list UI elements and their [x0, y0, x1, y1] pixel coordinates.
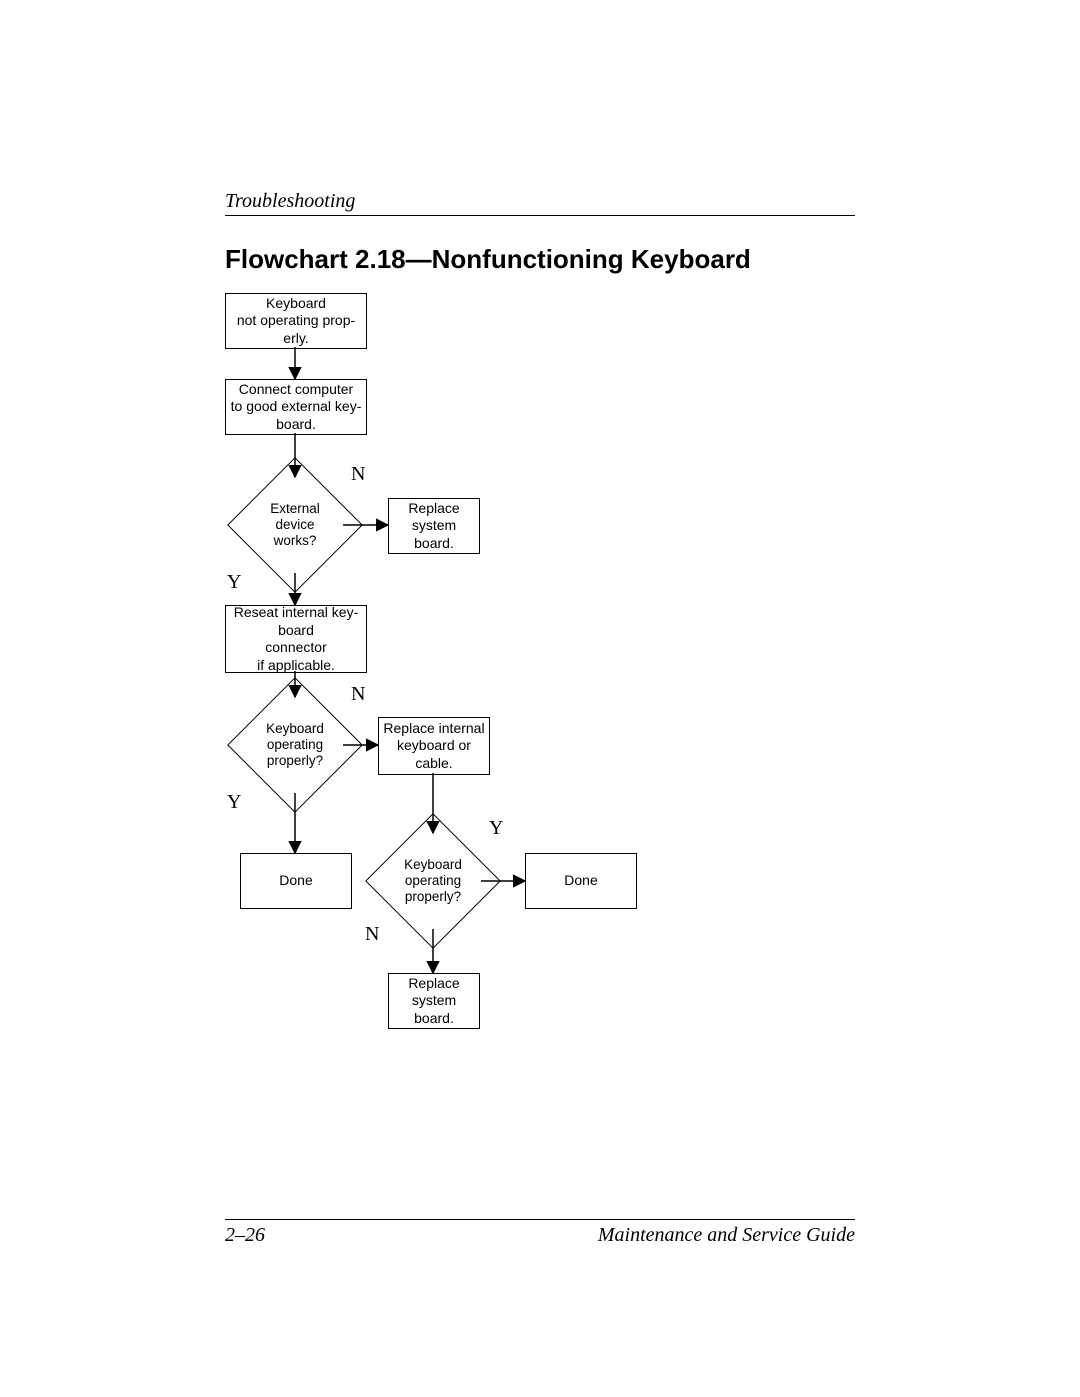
content-area: Troubleshooting Flowchart 2.18—Nonfuncti…	[225, 190, 855, 1247]
header-rule	[225, 215, 855, 216]
flowchart: Keyboard not operating prop- erly. Conne…	[225, 293, 855, 1123]
flow-arrows	[225, 293, 855, 1123]
running-header: Troubleshooting	[225, 190, 855, 213]
footer-doc-title: Maintenance and Service Guide	[598, 1224, 855, 1247]
page-footer: 2–26 Maintenance and Service Guide	[225, 1219, 855, 1247]
footer-page-number: 2–26	[225, 1224, 265, 1247]
page: Troubleshooting Flowchart 2.18—Nonfuncti…	[0, 0, 1080, 1397]
page-title: Flowchart 2.18—Nonfunctioning Keyboard	[225, 244, 855, 275]
footer-rule	[225, 1219, 855, 1220]
